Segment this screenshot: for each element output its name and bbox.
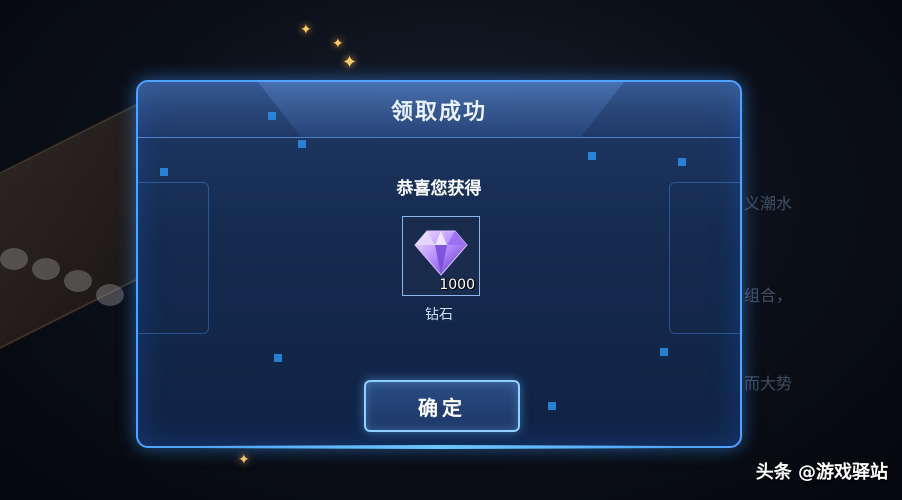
background-text-2: 组合，: [744, 286, 793, 305]
confirm-button[interactable]: 确定: [364, 380, 520, 432]
dialog-bottom-glow: [198, 445, 680, 449]
sparkle-icon: ✦: [342, 52, 358, 73]
decor-square: [298, 140, 306, 148]
reward-item-slot[interactable]: 1000: [402, 216, 480, 296]
watermark: 头条 @游戏驿站: [755, 462, 888, 483]
reward-count: 1000: [439, 277, 475, 293]
decor-square: [268, 112, 276, 120]
dialog-title: 领取成功: [390, 100, 487, 125]
sparkle-icon: ✦: [300, 22, 312, 38]
decor-square: [274, 354, 282, 362]
background-pieces: [0, 248, 140, 338]
decor-square: [548, 402, 556, 410]
background-text-3: 而大势: [744, 374, 793, 393]
diamond-icon: [414, 230, 468, 276]
sparkle-icon: ✦: [332, 36, 344, 52]
reward-dialog: 领取成功 恭喜您获得 1000 钻石 确定: [136, 80, 742, 449]
reward-subtitle: 恭喜您获得: [396, 179, 482, 199]
sparkle-icon: ✦: [238, 452, 250, 468]
decor-square: [588, 152, 596, 160]
background-text-1: 义潮水: [744, 194, 793, 213]
reward-name: 钻石: [425, 307, 453, 323]
decor-square: [660, 348, 668, 356]
decor-square: [678, 158, 686, 166]
